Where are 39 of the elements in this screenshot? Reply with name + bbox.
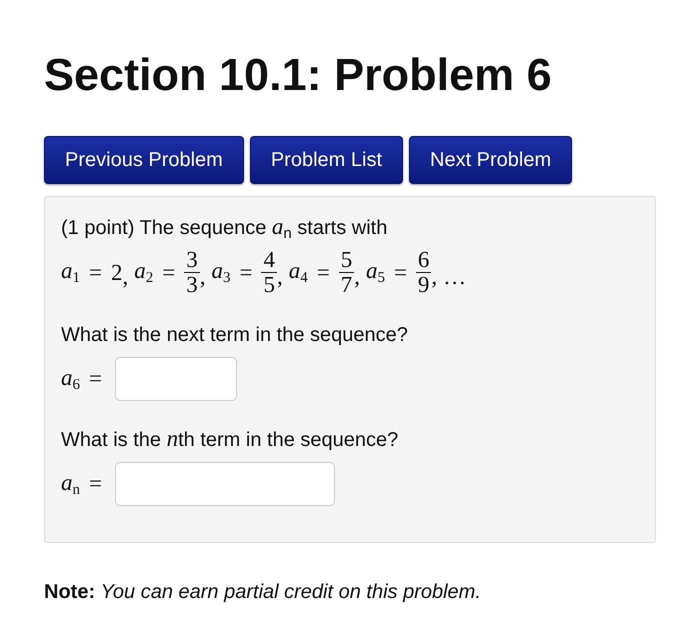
math-comma: , <box>200 264 206 290</box>
fraction-numerator: 5 <box>338 248 354 273</box>
fraction-numerator: 4 <box>261 248 277 273</box>
fraction-denominator: 3 <box>186 273 198 297</box>
nav-button[interactable]: Next Problem <box>409 136 572 184</box>
math-variable: a$_{4}$ <box>288 258 308 287</box>
math-value: 2 <box>110 260 122 286</box>
answer-field[interactable] <box>114 357 237 401</box>
math-comma: , <box>276 264 283 290</box>
math-variable: a$_{3}$ <box>211 258 230 287</box>
equals-sign: = <box>89 471 102 497</box>
fraction-denominator: 5 <box>263 273 275 297</box>
math-variable: a$_{2}$ <box>134 258 154 287</box>
fraction-denominator: 7 <box>340 273 352 297</box>
fraction-denominator: 9 <box>418 273 430 297</box>
math-comma: , <box>122 264 128 290</box>
math-comma: , <box>354 264 360 290</box>
equals-sign: = <box>316 260 330 286</box>
equals-sign: = <box>394 260 407 286</box>
question-text: What is the next term in the sequence? <box>61 323 409 347</box>
ellipsis: … <box>443 264 466 290</box>
problem-statement: (1 point) The sequence a$_{n}$ starts with <box>61 215 388 244</box>
fraction-numerator: 3 <box>184 248 200 273</box>
fraction-numerator: 6 <box>416 248 432 273</box>
math-comma: , <box>431 264 438 290</box>
nav-button[interactable]: Problem List <box>250 136 403 184</box>
math-variable: a$_{1}$ <box>61 258 80 287</box>
answer-field[interactable] <box>114 462 335 506</box>
note-text: Note: You can earn partial credit on this problem. <box>44 581 482 604</box>
equals-sign: = <box>239 260 252 286</box>
math-variable: a$_{5}$ <box>366 258 385 287</box>
question-text: What is the nth term in the sequence? <box>61 427 400 452</box>
equals-sign: = <box>162 260 176 286</box>
math-variable: a$_{6}$ <box>61 364 80 394</box>
equals-sign: = <box>89 260 102 286</box>
page-title: Section 10.1: Problem 6 <box>44 48 553 102</box>
equals-sign: = <box>89 366 102 392</box>
math-variable: a$_{n}$ <box>61 470 80 498</box>
nav-button[interactable]: Previous Problem <box>44 136 244 184</box>
